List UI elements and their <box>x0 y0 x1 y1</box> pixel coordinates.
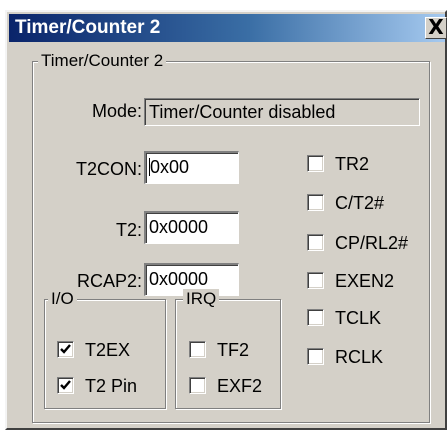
irq-group-legend: IRQ <box>183 289 220 309</box>
t2con-label: T2CON: <box>75 159 142 179</box>
checkbox-box[interactable] <box>307 155 324 172</box>
checkbox-box[interactable] <box>307 272 324 289</box>
checkbox-t2ex-label: T2EX <box>85 340 131 360</box>
t2-value: 0x0000 <box>149 217 209 237</box>
checkbox-box[interactable] <box>307 234 324 251</box>
checkbox-exf2-label: EXF2 <box>217 376 263 396</box>
checkbox-box[interactable] <box>57 377 74 394</box>
window-title: Timer/Counter 2 <box>15 17 161 38</box>
t2con-value: 0x00 <box>150 157 190 177</box>
checkbox-box[interactable] <box>189 377 206 394</box>
checkbox-t2-pin-label: T2 Pin <box>85 376 138 396</box>
checkbox-tr2-label: TR2 <box>335 154 370 174</box>
checkbox-rclk-label: RCLK <box>335 347 384 367</box>
timer-counter-2-window: Timer/Counter 2 X Timer/Counter 2 Mode: … <box>5 10 447 430</box>
checkbox-tf2-label: TF2 <box>217 340 250 360</box>
checkbox-box[interactable] <box>307 194 324 211</box>
checkbox-tclk-label: TCLK <box>335 308 382 328</box>
group-legend: Timer/Counter 2 <box>38 51 167 71</box>
checkmark-icon <box>60 344 71 354</box>
checkbox-c-t2-label: C/T2# <box>335 193 385 213</box>
checkbox-box[interactable] <box>307 348 324 365</box>
t2-input[interactable]: 0x0000 <box>144 211 239 244</box>
mode-display: Timer/Counter disabled <box>144 98 420 126</box>
checkbox-box[interactable] <box>57 341 74 358</box>
t2-label: T2: <box>115 220 142 240</box>
checkbox-exen2-label: EXEN2 <box>335 271 395 291</box>
checkbox-cp-rl2-label: CP/RL2# <box>335 233 409 253</box>
t2con-input[interactable]: 0x00 <box>144 151 239 184</box>
close-icon: X <box>428 17 444 39</box>
checkbox-box[interactable] <box>189 341 206 358</box>
rcap2-value: 0x0000 <box>149 269 209 289</box>
title-bar[interactable]: Timer/Counter 2 X <box>9 14 447 42</box>
mode-label: Mode: <box>91 101 142 121</box>
checkbox-box[interactable] <box>307 309 324 326</box>
checkmark-icon <box>60 380 71 390</box>
io-group-legend: I/O <box>48 289 77 309</box>
close-button[interactable]: X <box>425 17 447 39</box>
